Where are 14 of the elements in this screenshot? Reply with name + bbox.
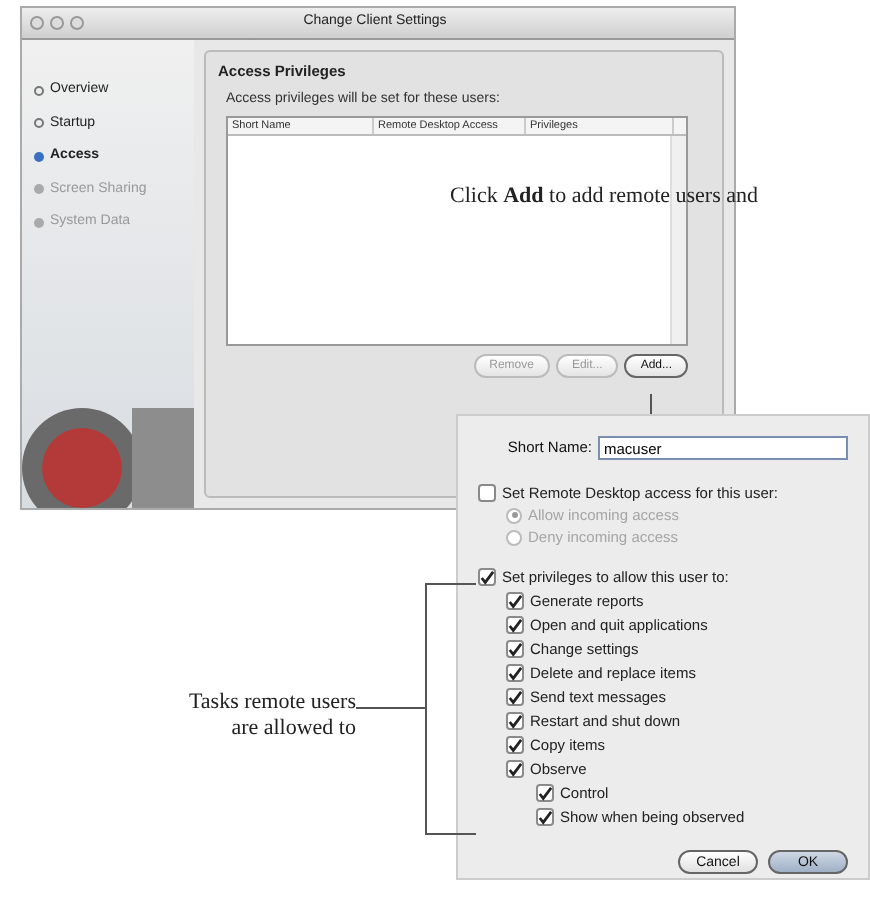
checkbox[interactable] (536, 808, 554, 826)
checkbox[interactable] (506, 712, 524, 730)
checkbox[interactable] (506, 592, 524, 610)
checkbox[interactable] (506, 688, 524, 706)
checkbox[interactable] (536, 784, 554, 802)
checkbox[interactable] (506, 760, 524, 778)
callout-text: Tasks remote users are allowed to (186, 690, 356, 742)
checkbox[interactable] (478, 484, 496, 502)
checkbox[interactable] (506, 664, 524, 682)
checkbox[interactable] (506, 616, 524, 634)
checkbox[interactable] (478, 568, 496, 586)
checkbox[interactable] (506, 640, 524, 658)
callout-text: Click Add to add remote users and (450, 182, 758, 212)
checkbox[interactable] (506, 736, 524, 754)
